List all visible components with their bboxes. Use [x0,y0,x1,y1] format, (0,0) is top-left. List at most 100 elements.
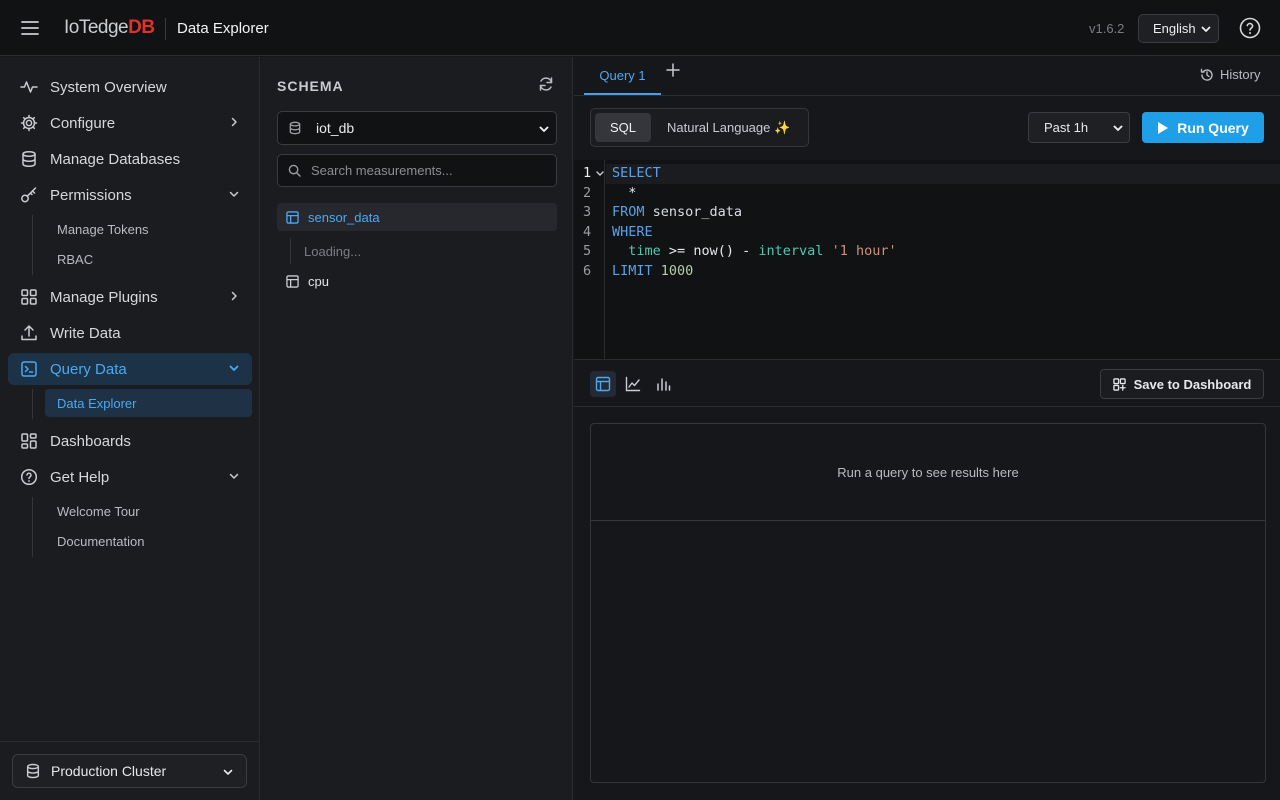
chevron-down-icon [228,362,240,374]
sidebar-subitem-data-explorer[interactable]: Data Explorer [45,389,252,417]
sidebar-item-query-data[interactable]: Query Data [8,353,252,385]
sidebar-subitem-documentation[interactable]: Documentation [45,527,252,555]
fold-chevron-icon[interactable] [595,168,605,178]
mode-sql-button[interactable]: SQL [595,113,651,142]
save-to-dashboard-button[interactable]: Save to Dashboard [1100,369,1264,399]
sql-editor[interactable]: 1 2 3 4 5 6 SELECT * FROM sensor_data WH… [574,160,1280,360]
line-number-gutter: 1 2 3 4 5 6 [574,160,605,360]
history-button[interactable]: History [1200,67,1260,82]
history-icon [1200,68,1220,82]
line-chart-view-icon[interactable] [620,371,646,397]
table-icon [286,274,299,288]
subitem-label: Manage Tokens [57,221,149,237]
chevron-down-icon [1200,23,1212,35]
sidebar-subitem-manage-tokens[interactable]: Manage Tokens [45,215,252,243]
sidebar-item-label: Dashboards [50,432,131,450]
sql-operator: >= [668,243,686,259]
help-icon [20,468,38,486]
key-icon [20,186,38,204]
line-number: 4 [583,224,592,240]
save-to-dashboard-label: Save to Dashboard [1133,376,1252,392]
chevron-down-icon [538,123,550,135]
query-tabs-bar: Query 1 History [574,57,1280,96]
line-number: 6 [583,263,592,279]
code-line-5: time >= now() - interval '1 hour' [612,243,897,259]
sidebar-subitem-rbac[interactable]: RBAC [45,245,252,273]
sidebar-item-label: Write Data [50,324,121,342]
sql-number: 1000 [660,263,694,279]
sql-keyword: LIMIT [612,263,653,279]
line-number: 2 [583,185,592,201]
sidebar-item-system-overview[interactable]: System Overview [8,71,252,103]
sidebar-item-dashboards[interactable]: Dashboards [8,425,252,457]
language-value: English [1153,21,1196,36]
mode-natural-language-button[interactable]: Natural Language ✨ [667,113,790,142]
logo-text: IoTedge [64,17,129,38]
sidebar-item-label: Manage Plugins [50,288,158,306]
line-number: 1 [583,165,592,181]
search-measurements-input[interactable] [311,163,541,178]
measurement-item-cpu[interactable]: cpu [277,267,557,295]
dashboard-icon [20,432,38,450]
code-line-2: * [612,185,636,201]
sql-string: '1 hour' [831,243,897,259]
code-line-4: WHERE [612,224,653,240]
refresh-icon[interactable] [538,76,554,92]
sidebar-item-permissions[interactable]: Permissions [8,179,252,211]
bar-chart-view-icon[interactable] [650,371,676,397]
search-box [277,154,557,187]
sidebar-item-write-data[interactable]: Write Data [8,317,252,349]
measurement-item-sensor-data[interactable]: sensor_data [277,203,557,231]
language-select[interactable]: English [1138,14,1219,43]
schema-panel: SCHEMA iot_db sensor_data cpu [261,57,573,800]
chevron-down-icon [228,470,240,482]
database-select[interactable]: iot_db [277,111,557,145]
line-number: 5 [583,243,592,259]
sidebar-item-manage-plugins[interactable]: Manage Plugins [8,281,252,313]
logo-text-db: DB [128,17,155,38]
query-mode-toggle: SQL Natural Language ✨ [590,108,809,147]
results-panel: Run a query to see results here [590,423,1266,783]
tab-query-1[interactable]: Query 1 [584,57,661,95]
chevron-down-icon [228,188,240,200]
loading-text: Loading... [304,244,362,259]
sidebar-item-label: Query Data [50,360,127,378]
sql-keyword: interval [758,243,824,259]
sidebar-divider [0,741,260,742]
sidebar-item-label: Get Help [50,468,110,486]
sidebar-item-get-help[interactable]: Get Help [8,461,252,493]
help-icon[interactable] [1238,16,1262,40]
sql-function: now [693,243,718,259]
query-toolbar: SQL Natural Language ✨ Past 1h Run Query [574,96,1280,160]
sql-operator: () [717,243,734,259]
subitem-label: Welcome Tour [57,503,140,519]
table-icon [286,210,299,224]
time-range-value: Past 1h [1044,120,1089,135]
sidebar-item-manage-databases[interactable]: Manage Databases [8,143,252,175]
sidebar-subitem-welcome-tour[interactable]: Welcome Tour [45,497,252,525]
measurement-label: cpu [308,273,329,289]
chevron-down-icon [1112,122,1124,134]
run-query-label: Run Query [1177,119,1249,136]
sidebar-item-label: System Overview [50,78,167,96]
search-icon [288,164,301,177]
submenu-line [32,215,33,275]
line-number: 3 [583,204,592,220]
sidebar-item-configure[interactable]: Configure [8,107,252,139]
sql-keyword: FROM [612,204,645,220]
empty-results-message: Run a query to see results here [591,424,1265,521]
run-query-button[interactable]: Run Query [1142,112,1264,143]
sql-operator: * [612,185,637,201]
table-view-icon[interactable] [590,371,616,397]
sql-keyword: SELECT [612,165,661,181]
chevron-right-icon [228,290,240,302]
time-range-select[interactable]: Past 1h [1028,112,1130,143]
play-icon [1157,121,1177,135]
chevron-down-icon [222,766,234,778]
hamburger-menu-icon[interactable] [16,14,44,42]
subitem-label: Data Explorer [57,395,137,411]
add-tab-icon[interactable] [666,63,686,83]
cluster-label: Production Cluster [51,763,167,779]
subitem-label: Documentation [57,533,145,549]
cluster-selector[interactable]: Production Cluster [12,754,247,788]
